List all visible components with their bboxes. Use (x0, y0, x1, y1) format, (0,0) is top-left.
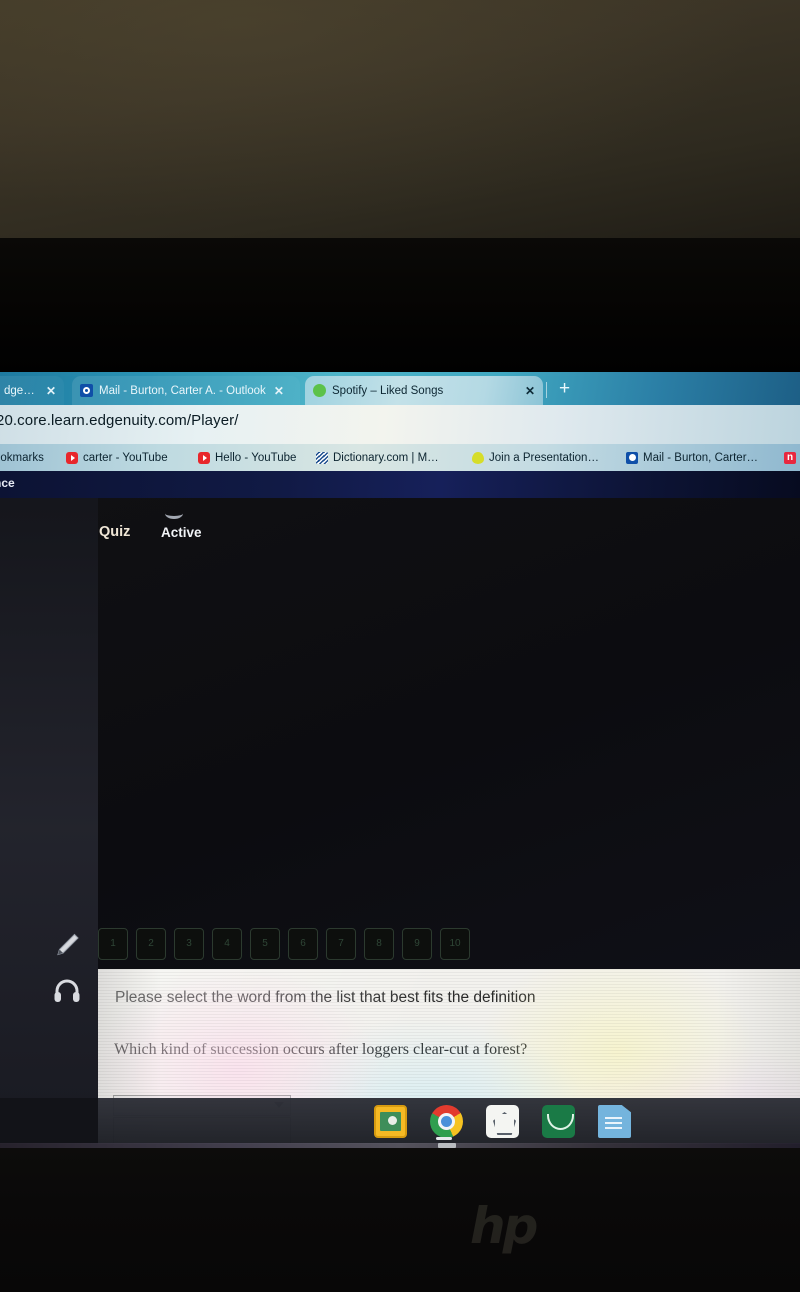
bookmark-carter-youtube[interactable]: carter - YouTube (66, 448, 168, 467)
bookmark-join-presentation[interactable]: Join a Presentation… (472, 448, 599, 467)
activity-status-label: Active (161, 525, 202, 540)
desmos-icon[interactable] (542, 1105, 575, 1138)
laptop-top-bezel (0, 238, 800, 372)
browser-tab-spotify[interactable]: Spotify – Liked Songs ✕ (305, 376, 543, 405)
bookmark-dictionary[interactable]: Dictionary.com | M… (316, 448, 439, 467)
bookmark-mail-burton[interactable]: Mail - Burton, Carter… (626, 448, 758, 467)
question-number-button[interactable]: 2 (136, 928, 166, 960)
chrome-running-indicator (436, 1137, 452, 1140)
question-number-button[interactable]: 8 (364, 928, 394, 960)
google-chrome-icon[interactable] (430, 1105, 463, 1138)
bookmark-label: ookmarks (0, 451, 44, 464)
bookmark-label: Hello - YouTube (215, 451, 297, 464)
background-wall (0, 0, 800, 238)
question-prompt: Which kind of succession occurs after lo… (114, 1041, 528, 1058)
youtube-icon (198, 451, 210, 464)
activity-type-label: Quiz (99, 524, 131, 540)
laptop-photo: dgenui ✕ Mail - Burton, Carter A. - Outl… (0, 0, 800, 1292)
laptop-bottom-bezel: hp (0, 1148, 800, 1292)
question-number-button[interactable]: 1 (98, 928, 128, 960)
question-number-button[interactable]: 6 (288, 928, 318, 960)
bookmark-nearpod[interactable]: n (784, 448, 800, 467)
bookmark-label: carter - YouTube (83, 451, 168, 464)
laptop-screen: dgenui ✕ Mail - Burton, Carter A. - Outl… (0, 372, 800, 1144)
tab-title: dgenui (4, 384, 38, 397)
tab-close-icon[interactable]: ✕ (525, 384, 535, 398)
shelf-left-gutter (0, 1098, 98, 1144)
dictionary-icon (316, 451, 328, 464)
nearpod-icon: n (784, 451, 796, 464)
edgenuity-header: nce (0, 471, 800, 498)
youtube-icon (66, 451, 78, 464)
headphones-icon (54, 979, 80, 1002)
outlook-icon (626, 451, 638, 464)
tab-title: Mail - Burton, Carter A. - Outlook (99, 384, 266, 397)
new-tab-button[interactable]: + (559, 379, 570, 398)
browser-tab-strip: dgenui ✕ Mail - Burton, Carter A. - Outl… (0, 372, 800, 405)
geogebra-icon[interactable] (486, 1105, 519, 1138)
tab-separator (546, 382, 547, 398)
pencil-icon (57, 933, 79, 956)
highlighter-tool-button[interactable] (50, 928, 84, 962)
outlook-icon (80, 384, 93, 397)
question-number-button[interactable]: 4 (212, 928, 242, 960)
question-number-button[interactable]: 3 (174, 928, 204, 960)
bookmarks-bar: ookmarks carter - YouTube Hello - YouTub… (0, 444, 800, 471)
bookmark-folder[interactable]: ookmarks (0, 448, 44, 467)
browser-tab-edgenuity[interactable]: dgenui ✕ (0, 376, 64, 405)
question-instruction: Please select the word from the list tha… (115, 989, 536, 1006)
tab-close-icon[interactable]: ✕ (46, 384, 56, 398)
address-bar-url[interactable]: 20.core.learn.edgenuity.com/Player/ (0, 412, 239, 429)
google-docs-icon[interactable] (598, 1105, 631, 1138)
tab-close-icon[interactable]: ✕ (274, 384, 284, 398)
bookmark-label: Join a Presentation… (489, 451, 599, 464)
question-number-button[interactable]: 7 (326, 928, 356, 960)
hp-logo: hp (470, 1197, 538, 1255)
google-classroom-icon[interactable] (374, 1105, 407, 1138)
question-number-button[interactable]: 10 (440, 928, 470, 960)
browser-omnibox-row: 20.core.learn.edgenuity.com/Player/ (0, 405, 800, 444)
bookmark-label: Dictionary.com | M… (333, 451, 439, 464)
spotify-icon (313, 384, 326, 397)
browser-tab-outlook[interactable]: Mail - Burton, Carter A. - Outlook ✕ (72, 376, 300, 405)
bookmark-hello-youtube[interactable]: Hello - YouTube (198, 448, 296, 467)
question-number-list: 1 2 3 4 5 6 7 8 9 10 (98, 928, 470, 960)
question-number-button[interactable]: 5 (250, 928, 280, 960)
audio-tool-button[interactable] (50, 974, 84, 1008)
bookmark-label: Mail - Burton, Carter… (643, 451, 759, 464)
breadcrumb: nce (0, 476, 15, 490)
shelf-app-list (374, 1105, 631, 1138)
question-number-button[interactable]: 9 (402, 928, 432, 960)
pear-deck-icon (472, 451, 484, 464)
tab-title: Spotify – Liked Songs (332, 384, 444, 397)
chevron-down-icon (165, 508, 183, 519)
